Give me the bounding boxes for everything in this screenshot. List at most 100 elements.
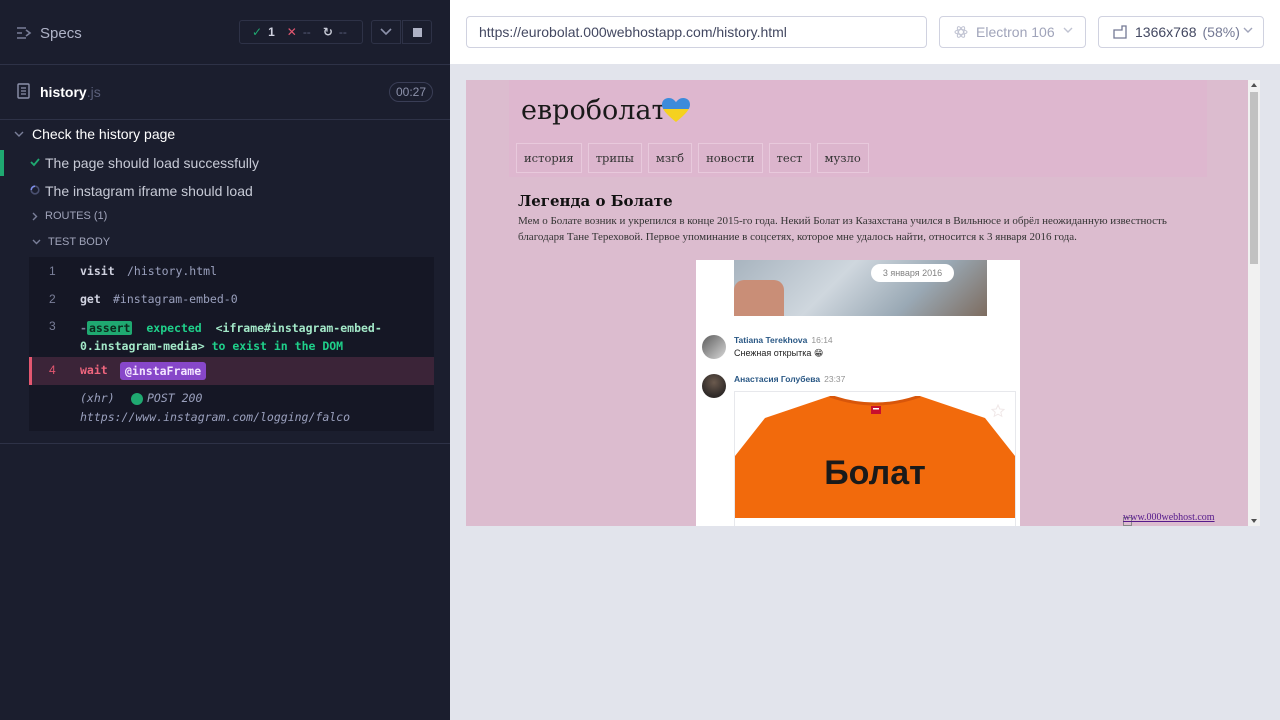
pending-stat: ↻ --	[323, 25, 347, 39]
specs-label: Specs	[40, 24, 82, 42]
spec-file-basename: history	[40, 84, 87, 100]
suite-title-row[interactable]: Check the history page	[14, 126, 175, 142]
passed-stat: ✓ 1	[252, 25, 275, 39]
spinner-icon: ↻	[322, 25, 333, 39]
chevron-right-icon	[32, 212, 38, 220]
reporter-panel: Specs ✓ 1 ✕ -- ↻ -- history.js 00:27 Che…	[0, 0, 450, 720]
check-icon	[30, 158, 40, 167]
specs-button[interactable]: Specs	[16, 22, 82, 44]
article-title: Легенда о Болате	[518, 192, 673, 210]
nav-item-mzgb[interactable]: мзгб	[647, 143, 693, 173]
chevron-down-icon	[1063, 27, 1073, 33]
test-row-running[interactable]: The instagram iframe should load	[0, 178, 450, 204]
scroll-down-arrow-icon[interactable]	[1251, 519, 1257, 523]
run-duration: 00:27	[388, 82, 433, 102]
chevron-down-icon	[14, 131, 24, 137]
hand-image	[734, 280, 784, 316]
aut-iframe: евроболат история трипы мзгб новости тес…	[466, 80, 1260, 526]
star-icon	[991, 404, 1005, 418]
failed-stat: ✕ --	[287, 25, 311, 39]
browser-name: Electron 106	[976, 24, 1055, 40]
aut-url-field[interactable]: https://eurobolat.000webhostapp.com/hist…	[466, 16, 927, 48]
test-body-label: TEST BODY	[48, 236, 111, 248]
nav-item-trips[interactable]: трипы	[587, 143, 642, 173]
scroll-thumb[interactable]	[1250, 92, 1258, 264]
message-author-line: Tatiana Terekhova 16:14	[734, 335, 833, 345]
test-title: The instagram iframe should load	[45, 183, 253, 199]
nav-item-music[interactable]: музло	[816, 143, 869, 173]
specs-list-icon	[17, 27, 32, 39]
command-row-wait[interactable]: 4 wait @instaFrame	[29, 357, 434, 385]
instagram-embed[interactable]: 3 января 2016 Tatiana Terekhova 16:14 Сне…	[696, 260, 1020, 526]
scroll-up-arrow-icon[interactable]	[1251, 83, 1257, 87]
command-number: 4	[49, 363, 56, 377]
viewport-size: 1366x768	[1135, 24, 1197, 40]
article-text: Мем о Болате возник и укрепился в конце …	[518, 215, 1167, 243]
chevron-down-icon	[1243, 27, 1253, 33]
test-title: The page should load successfully	[45, 155, 260, 171]
webhost-link[interactable]: www.000webhost.com	[1123, 512, 1215, 523]
assert-prefix: -	[80, 321, 87, 335]
failed-count: --	[302, 25, 311, 39]
viewport-selector[interactable]: 1366x768 (58%)	[1098, 16, 1264, 48]
chevron-down-icon	[32, 239, 41, 245]
spec-file-name[interactable]: history.js	[40, 84, 101, 100]
command-name: visit	[80, 264, 115, 278]
ukraine-heart-icon	[662, 98, 690, 122]
assert-message: - assert expected <iframe#instagram-embed…	[80, 319, 410, 355]
message-time: 23:37	[824, 374, 846, 384]
site-title[interactable]: евроболат	[521, 95, 666, 126]
test-body-section-toggle[interactable]: TEST BODY	[32, 236, 110, 248]
command-message: /history.html	[127, 264, 218, 278]
site-header: евроболат история трипы мзгб новости тес…	[509, 80, 1207, 177]
pending-count: --	[338, 25, 347, 39]
electron-icon	[954, 26, 968, 38]
nav-item-history[interactable]: история	[516, 143, 582, 173]
status-dot-icon	[131, 393, 143, 405]
command-row-assert[interactable]: 3 - assert expected <iframe#instagram-emb…	[29, 319, 434, 353]
stop-button[interactable]	[402, 20, 432, 44]
command-name: wait	[80, 363, 108, 377]
message-author-line: Анастасия Голубева 23:37	[734, 374, 845, 384]
assert-expected: expected	[146, 321, 202, 335]
command-number: 1	[49, 264, 56, 278]
nav-item-test[interactable]: тест	[768, 143, 811, 173]
alias-badge: @instaFrame	[120, 362, 207, 380]
viewport-scale: (58%)	[1202, 24, 1240, 40]
xhr-label: (xhr)	[80, 391, 115, 405]
avatar	[702, 374, 726, 398]
message-author: Анастасия Голубева	[734, 374, 821, 384]
tshirt-image-card: Болат	[734, 391, 1016, 526]
nav-item-news[interactable]: новости	[698, 143, 763, 173]
failed-indicator-bar	[29, 357, 32, 385]
ruler-icon	[1113, 25, 1127, 39]
spec-file-row: history.js 00:27	[0, 66, 450, 120]
aut-header: https://eurobolat.000webhostapp.com/hist…	[450, 0, 1280, 64]
assert-badge: assert	[86, 321, 133, 335]
browser-selector[interactable]: Electron 106	[939, 16, 1086, 48]
xhr-url: https://www.instagram.com/logging/falco	[80, 410, 351, 424]
running-spinner-icon	[30, 185, 40, 195]
auto-scroll-button[interactable]	[371, 20, 401, 44]
chevron-down-icon	[380, 28, 392, 36]
routes-section-toggle[interactable]: ROUTES (1)	[32, 210, 107, 222]
command-number: 2	[49, 292, 56, 306]
document-icon	[17, 83, 30, 99]
message-author: Tatiana Terekhova	[734, 335, 808, 345]
postcard-photo: 3 января 2016	[734, 260, 987, 316]
routes-label: ROUTES (1)	[45, 210, 108, 222]
test-row-passed[interactable]: The page should load successfully	[0, 150, 450, 176]
spec-file-ext: .js	[86, 84, 101, 100]
iframe-scrollbar[interactable]	[1248, 80, 1260, 526]
pass-indicator-bar	[0, 150, 4, 176]
avatar	[702, 335, 726, 359]
check-icon: ✓	[252, 25, 263, 39]
command-log: 1 visit /history.html 2 get #instagram-e…	[29, 257, 434, 431]
message-time: 16:14	[811, 335, 833, 345]
passed-count: 1	[268, 25, 275, 39]
xhr-event-row[interactable]: (xhr) POST 200 https://www.instagram.com…	[29, 391, 434, 429]
tshirt-text: Болат	[824, 454, 926, 492]
xhr-method-status: POST 200	[147, 391, 203, 405]
suite-title: Check the history page	[32, 126, 176, 142]
test-stats: ✓ 1 ✕ -- ↻ --	[239, 20, 363, 44]
